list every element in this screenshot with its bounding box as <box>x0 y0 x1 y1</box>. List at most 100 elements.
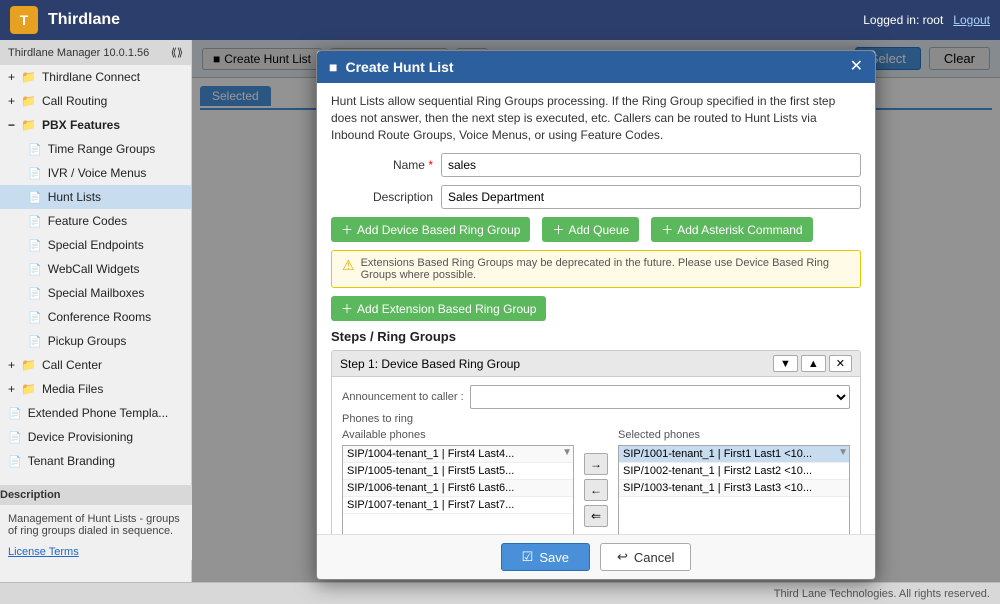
logout-button[interactable]: Logout <box>953 13 990 27</box>
content-area: ■ Create Hunt List ● Delete Selected ↻ S… <box>192 40 1000 582</box>
sidebar-item-pbx-features[interactable]: − 📁 PBX Features <box>0 113 191 137</box>
sidebar-item-call-center[interactable]: + 📁 Call Center <box>0 353 191 377</box>
modal-close-button[interactable]: ✕ <box>850 59 863 75</box>
add-queue-button[interactable]: ＋ Add Queue <box>542 217 639 242</box>
sidebar-item-device-provisioning[interactable]: 📄 Device Provisioning <box>0 425 191 449</box>
list-item[interactable]: SIP/1004-tenant_1 | First4 Last4... <box>343 446 573 463</box>
save-button[interactable]: ☑ Save <box>501 543 590 571</box>
available-phones-col: Available phones SIP/1004-tenant_1 | Fir… <box>342 429 574 534</box>
sidebar-item-label: Device Provisioning <box>28 430 133 444</box>
list-item[interactable]: SIP/1006-tenant_1 | First6 Last6... <box>343 480 573 497</box>
sidebar-item-label: PBX Features <box>42 118 120 132</box>
add-device-ring-group-button[interactable]: ＋ Add Device Based Ring Group <box>331 217 530 242</box>
sidebar-item-webcall-widgets[interactable]: 📄 WebCall Widgets <box>0 257 191 281</box>
doc-icon: 📄 <box>28 239 42 252</box>
sidebar-item-feature-codes[interactable]: 📄 Feature Codes <box>0 209 191 233</box>
license-link[interactable]: License Terms <box>8 546 79 558</box>
sidebar-item-time-range-groups[interactable]: 📄 Time Range Groups <box>0 137 191 161</box>
sidebar-item-thirdlane-connect[interactable]: + 📁 Thirdlane Connect <box>0 65 191 89</box>
expand-icon: + <box>8 358 15 372</box>
sidebar-item-special-endpoints[interactable]: 📄 Special Endpoints <box>0 233 191 257</box>
step-dropdown-button[interactable]: ▼ <box>773 355 798 372</box>
phones-section: Available phones SIP/1004-tenant_1 | Fir… <box>342 429 850 534</box>
sidebar-item-call-routing[interactable]: + 📁 Call Routing <box>0 89 191 113</box>
step-1-header: Step 1: Device Based Ring Group ▼ ▲ ✕ <box>332 351 860 377</box>
doc-icon: 📄 <box>8 407 22 420</box>
sidebar-item-label: Special Mailboxes <box>48 286 145 300</box>
transfer-left-button[interactable]: ← <box>584 479 608 501</box>
selected-phones-list[interactable]: SIP/1001-tenant_1 | First1 Last1 <10... … <box>618 445 850 534</box>
selected-phones-col: Selected phones SIP/1001-tenant_1 | Firs… <box>618 429 850 534</box>
step-delete-button[interactable]: ✕ <box>829 355 852 372</box>
warning-box: ⚠ Extensions Based Ring Groups may be de… <box>331 250 861 288</box>
bottom-bar: Third Lane Technologies. All rights rese… <box>0 582 1000 604</box>
sidebar-item-pickup-groups[interactable]: 📄 Pickup Groups <box>0 329 191 353</box>
modal-description: Hunt Lists allow sequential Ring Groups … <box>331 93 861 143</box>
announcement-select[interactable] <box>470 385 850 409</box>
available-phones-list[interactable]: SIP/1004-tenant_1 | First4 Last4... SIP/… <box>342 445 574 534</box>
available-phones-label: Available phones <box>342 429 574 441</box>
folder-icon: 📁 <box>21 382 36 396</box>
sidebar: Thirdlane Manager 10.0.1.56 ⟪⟫ + 📁 Third… <box>0 40 192 582</box>
sidebar-item-label: Hunt Lists <box>48 190 101 204</box>
logged-in-label: Logged in: root <box>863 13 943 27</box>
topbar-right: Logged in: root Logout <box>863 13 990 27</box>
sidebar-item-ivr-voice-menus[interactable]: 📄 IVR / Voice Menus <box>0 161 191 185</box>
app-title: Thirdlane <box>48 11 120 29</box>
warning-icon: ⚠ <box>342 257 355 274</box>
sidebar-item-hunt-lists[interactable]: 📄 Hunt Lists <box>0 185 191 209</box>
sidebar-item-label: Call Routing <box>42 94 107 108</box>
list-item[interactable]: SIP/1007-tenant_1 | First7 Last7... <box>343 497 573 514</box>
filter-icon[interactable]: ▼ <box>838 447 848 458</box>
expand-icon: + <box>8 94 15 108</box>
desc-panel: Description Management of Hunt Lists - g… <box>0 490 192 560</box>
plus-icon: ＋ <box>341 300 353 317</box>
desc-row: Description <box>331 185 861 209</box>
modal-body: Hunt Lists allow sequential Ring Groups … <box>317 83 875 534</box>
sidebar-item-label: Special Endpoints <box>48 238 144 252</box>
topbar: T Thirdlane Logged in: root Logout <box>0 0 1000 40</box>
selected-phones-label: Selected phones <box>618 429 850 441</box>
name-input[interactable] <box>441 153 861 177</box>
sidebar-item-media-files[interactable]: + 📁 Media Files <box>0 377 191 401</box>
list-item[interactable]: SIP/1001-tenant_1 | First1 Last1 <10... <box>619 446 849 463</box>
add-extension-ring-group-button[interactable]: ＋ Add Extension Based Ring Group <box>331 296 546 321</box>
available-phones-wrap: SIP/1004-tenant_1 | First4 Last4... SIP/… <box>342 445 574 534</box>
main-layout: Thirdlane Manager 10.0.1.56 ⟪⟫ + 📁 Third… <box>0 40 1000 582</box>
sidebar-item-conference-rooms[interactable]: 📄 Conference Rooms <box>0 305 191 329</box>
warning-text: Extensions Based Ring Groups may be depr… <box>361 257 850 281</box>
doc-icon: 📄 <box>28 287 42 300</box>
sidebar-item-tenant-branding[interactable]: 📄 Tenant Branding <box>0 449 191 473</box>
phones-label: Phones to ring <box>342 413 850 425</box>
announcement-label: Announcement to caller : <box>342 391 470 403</box>
expand-icon: + <box>8 382 15 396</box>
list-item[interactable]: SIP/1003-tenant_1 | First3 Last3 <10... <box>619 480 849 497</box>
sidebar-collapse-icon[interactable]: ⟪⟫ <box>171 46 183 59</box>
modal-title: Create Hunt List <box>345 59 841 75</box>
list-item[interactable]: SIP/1002-tenant_1 | First2 Last2 <10... <box>619 463 849 480</box>
list-item[interactable]: SIP/1005-tenant_1 | First5 Last5... <box>343 463 573 480</box>
sidebar-item-extended-phone-template[interactable]: 📄 Extended Phone Templa... <box>0 401 191 425</box>
doc-icon: 📄 <box>28 215 42 228</box>
add-asterisk-command-button[interactable]: ＋ Add Asterisk Command <box>651 217 812 242</box>
sidebar-item-label: Media Files <box>42 382 103 396</box>
expand-icon: − <box>8 118 15 132</box>
name-row: Name <box>331 153 861 177</box>
sidebar-item-label: Call Center <box>42 358 102 372</box>
modal-footer: ☑ Save ↩ Cancel <box>317 534 875 579</box>
step-up-button[interactable]: ▲ <box>801 355 826 372</box>
selected-phones-wrap: SIP/1001-tenant_1 | First1 Last1 <10... … <box>618 445 850 534</box>
sidebar-item-label: Extended Phone Templa... <box>28 406 169 420</box>
transfer-right-button[interactable]: → <box>584 453 608 475</box>
step-controls: ▼ ▲ ✕ <box>773 355 852 372</box>
sidebar-item-label: Thirdlane Connect <box>42 70 140 84</box>
doc-icon: 📄 <box>28 167 42 180</box>
sidebar-item-special-mailboxes[interactable]: 📄 Special Mailboxes <box>0 281 191 305</box>
filter-icon[interactable]: ▼ <box>562 447 572 458</box>
desc-title: Description <box>0 485 192 505</box>
folder-icon: 📁 <box>21 70 36 84</box>
desc-input[interactable] <box>441 185 861 209</box>
sidebar-item-label: IVR / Voice Menus <box>48 166 147 180</box>
transfer-all-left-button[interactable]: ⇐ <box>584 505 608 527</box>
cancel-button[interactable]: ↩ Cancel <box>600 543 691 571</box>
